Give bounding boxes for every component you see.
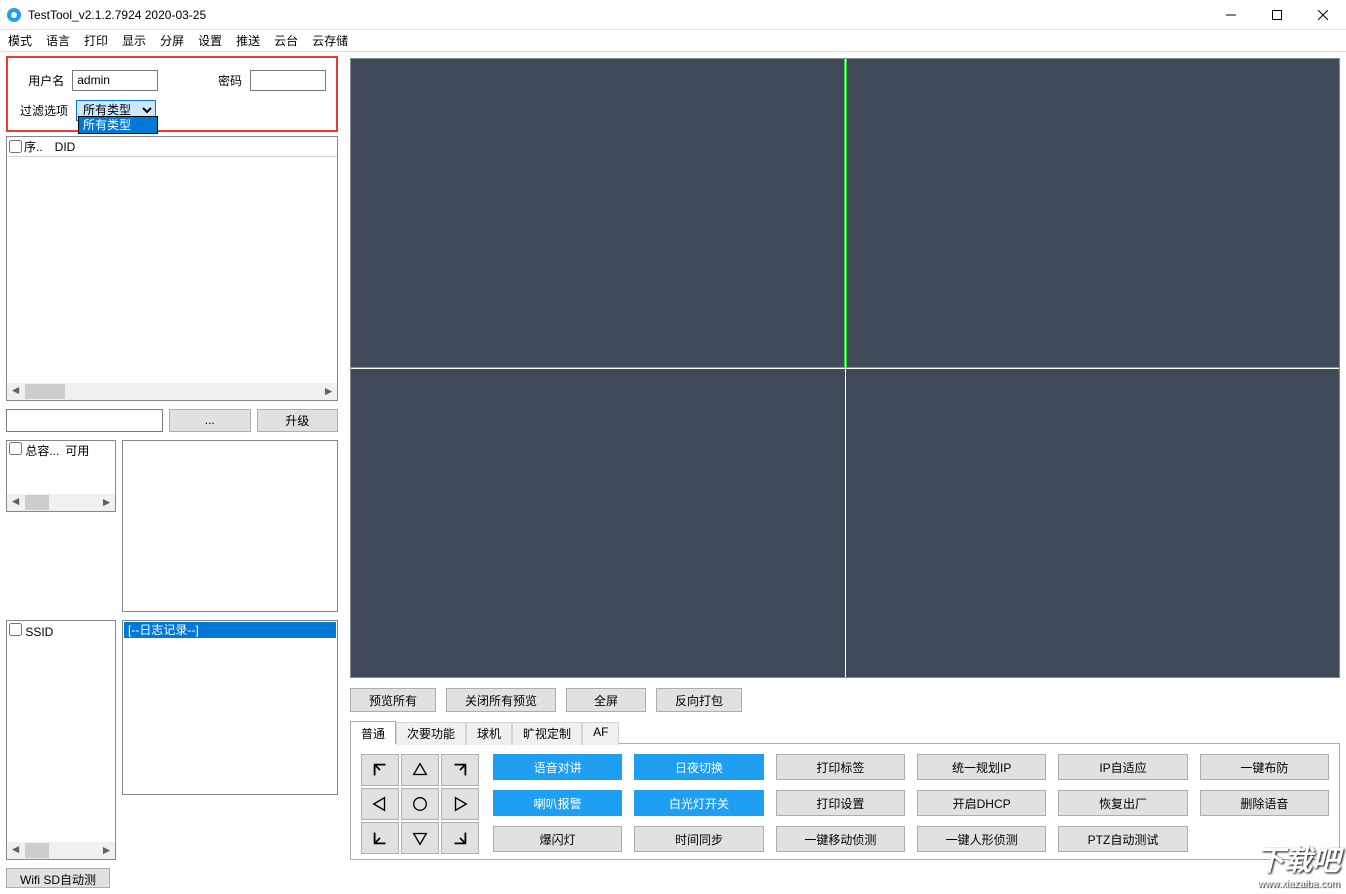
video-pane-1[interactable] (351, 59, 845, 368)
menu-settings[interactable]: 设置 (198, 32, 222, 49)
right-panel: 预览所有 关闭所有预览 全屏 反向打包 普通 次要功能 球机 旷视定制 AF (344, 52, 1346, 894)
motion-detect-button[interactable]: 一键移动侦测 (776, 826, 905, 852)
day-night-button[interactable]: 日夜切换 (634, 754, 763, 780)
log-box-lower[interactable]: [--日志记录--] (122, 620, 338, 795)
preview-all-button[interactable]: 预览所有 (350, 688, 436, 712)
video-pane-2[interactable] (846, 59, 1340, 368)
log-box-upper[interactable] (122, 440, 338, 612)
reverse-pack-button[interactable]: 反向打包 (656, 688, 742, 712)
title-bar: TestTool_v2.1.2.7924 2020-03-25 (0, 0, 1346, 30)
filter-dropdown-option[interactable]: 所有类型 (78, 116, 158, 134)
devlist-checkbox-all[interactable] (9, 140, 22, 153)
ptz-down-left[interactable] (361, 822, 399, 854)
ptz-down[interactable] (401, 822, 439, 854)
ssid-col: SSID (25, 625, 53, 639)
devlist-col-index: 序.. (24, 138, 43, 155)
tab-secondary[interactable]: 次要功能 (396, 722, 466, 745)
menu-split[interactable]: 分屏 (160, 32, 184, 49)
minimize-button[interactable] (1208, 0, 1254, 30)
cap-col-total: 总容... (25, 444, 59, 458)
ssid-checkbox[interactable] (9, 623, 22, 636)
white-light-button[interactable]: 白光灯开关 (634, 790, 763, 816)
password-label: 密码 (214, 72, 242, 89)
password-input[interactable] (250, 70, 326, 91)
cap-hscroll[interactable]: ◄ ► (7, 494, 115, 511)
app-icon (6, 7, 22, 23)
plan-ip-button[interactable]: 统一规划IP (917, 754, 1046, 780)
scroll-right-icon[interactable]: ► (98, 842, 115, 859)
tab-bar: 普通 次要功能 球机 旷视定制 AF (350, 720, 1340, 744)
video-pane-4[interactable] (846, 369, 1340, 678)
function-button-grid: 语音对讲 日夜切换 打印标签 统一规划IP IP自适应 一键布防 喇叭报警 白光… (493, 754, 1329, 849)
menu-push[interactable]: 推送 (236, 32, 260, 49)
ssid-hscroll[interactable]: ◄ ► (7, 842, 115, 859)
tab-af[interactable]: AF (582, 722, 619, 745)
human-detect-button[interactable]: 一键人形侦测 (917, 826, 1046, 852)
ptz-center[interactable] (401, 788, 439, 820)
filter-label: 过滤选项 (18, 102, 68, 119)
menu-print[interactable]: 打印 (84, 32, 108, 49)
close-button[interactable] (1300, 0, 1346, 30)
devlist-col-did: DID (55, 140, 76, 154)
scroll-thumb[interactable] (25, 495, 49, 510)
tab-megvii[interactable]: 旷视定制 (512, 722, 582, 745)
time-sync-button[interactable]: 时间同步 (634, 826, 763, 852)
username-input[interactable] (72, 70, 158, 91)
maximize-button[interactable] (1254, 0, 1300, 30)
print-label-button[interactable]: 打印标签 (776, 754, 905, 780)
scroll-right-icon[interactable]: ► (98, 494, 115, 511)
scroll-left-icon[interactable]: ◄ (7, 494, 24, 511)
menu-language[interactable]: 语言 (46, 32, 70, 49)
wifi-sd-test-button[interactable]: Wifi SD自动测 (6, 868, 110, 888)
capacity-list[interactable]: 总容... 可用 ◄ ► (6, 440, 116, 512)
video-grid (350, 58, 1340, 678)
print-settings-button[interactable]: 打印设置 (776, 790, 905, 816)
menu-cloud[interactable]: 云存储 (312, 32, 348, 49)
log-line[interactable]: [--日志记录--] (124, 622, 336, 638)
ptz-left[interactable] (361, 788, 399, 820)
arm-button[interactable]: 一键布防 (1200, 754, 1329, 780)
fullscreen-button[interactable]: 全屏 (566, 688, 646, 712)
ptz-autotest-button[interactable]: PTZ自动测试 (1058, 826, 1187, 852)
delete-voice-button[interactable]: 删除语音 (1200, 790, 1329, 816)
menu-ptz[interactable]: 云台 (274, 32, 298, 49)
ptz-up[interactable] (401, 754, 439, 786)
close-all-preview-button[interactable]: 关闭所有预览 (446, 688, 556, 712)
username-label: 用户名 (18, 72, 64, 89)
speaker-alarm-button[interactable]: 喇叭报警 (493, 790, 622, 816)
left-panel: 用户名 密码 过滤选项 所有类型 所有类型 序.. DID ◄ ► (0, 52, 344, 894)
cap-col-avail: 可用 (65, 442, 89, 459)
scroll-right-icon[interactable]: ► (320, 383, 337, 400)
tab-content: 语音对讲 日夜切换 打印标签 统一规划IP IP自适应 一键布防 喇叭报警 白光… (350, 744, 1340, 860)
scroll-left-icon[interactable]: ◄ (7, 842, 24, 859)
dhcp-button[interactable]: 开启DHCP (917, 790, 1046, 816)
upgrade-button[interactable]: 升级 (257, 409, 339, 432)
ptz-right[interactable] (441, 788, 479, 820)
ip-adaptive-button[interactable]: IP自适应 (1058, 754, 1187, 780)
strobe-button[interactable]: 爆闪灯 (493, 826, 622, 852)
menu-display[interactable]: 显示 (122, 32, 146, 49)
video-pane-3[interactable] (351, 369, 845, 678)
file-path-input[interactable] (6, 409, 163, 432)
scroll-thumb[interactable] (25, 843, 49, 858)
ptz-up-right[interactable] (441, 754, 479, 786)
ptz-down-right[interactable] (441, 822, 479, 854)
factory-reset-button[interactable]: 恢复出厂 (1058, 790, 1187, 816)
ptz-up-left[interactable] (361, 754, 399, 786)
devlist-hscroll[interactable]: ◄ ► (7, 383, 337, 400)
ssid-list[interactable]: SSID ◄ ► (6, 620, 116, 860)
menu-bar: 模式 语言 打印 显示 分屏 设置 推送 云台 云存储 (0, 30, 1346, 52)
ptz-pad (361, 754, 479, 849)
scroll-left-icon[interactable]: ◄ (7, 383, 24, 400)
window-title: TestTool_v2.1.2.7924 2020-03-25 (28, 8, 206, 22)
tab-general[interactable]: 普通 (350, 721, 396, 744)
browse-button[interactable]: ... (169, 409, 251, 432)
menu-mode[interactable]: 模式 (8, 32, 32, 49)
scroll-thumb[interactable] (25, 384, 65, 399)
device-list[interactable]: 序.. DID ◄ ► (6, 136, 338, 401)
tab-dome[interactable]: 球机 (466, 722, 512, 745)
credentials-box: 用户名 密码 过滤选项 所有类型 所有类型 (6, 56, 338, 132)
cap-checkbox[interactable] (9, 442, 22, 455)
voice-intercom-button[interactable]: 语音对讲 (493, 754, 622, 780)
